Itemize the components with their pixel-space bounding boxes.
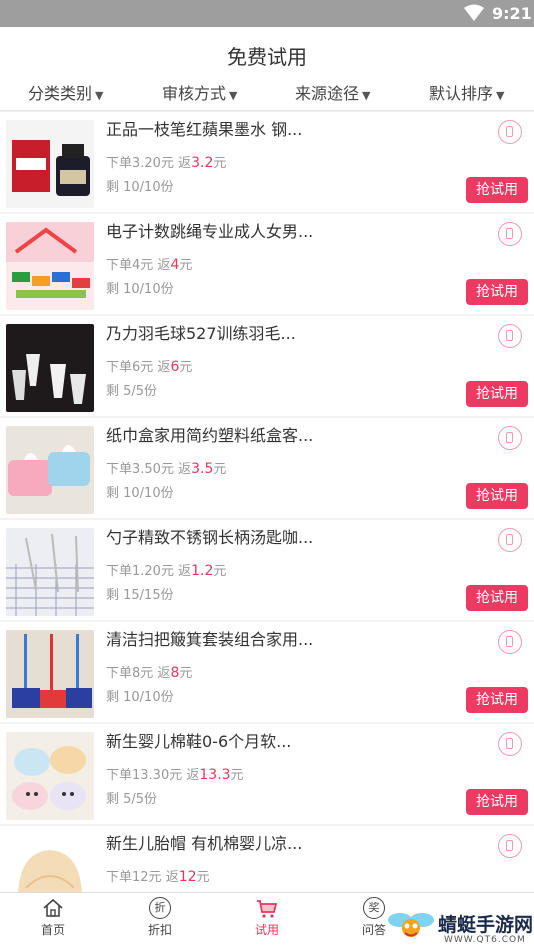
product-image-baby-shoes <box>6 732 94 820</box>
price-info: 下单3.50元 返3.5元 <box>106 461 227 477</box>
product-image-shuttlecock <box>6 324 94 412</box>
product-image-ink <box>6 120 94 208</box>
dragonfly-logo-icon <box>388 913 434 937</box>
price-info: 下单12元 返12元 <box>106 869 210 885</box>
site-watermark: 蜻蜓手游网 WWW.QT6.COM <box>386 906 534 949</box>
stock-count: 剩 10/10份 <box>106 180 174 195</box>
price-info: 下单6元 返6元 <box>106 359 193 375</box>
watermark-title: 蜻蜓手游网 <box>438 914 534 936</box>
stock-count: 剩 10/10份 <box>106 690 174 705</box>
list-item[interactable]: 勺子精致不锈钢长柄汤匙咖... 下单1.20元 返1.2元 剩 15/15份 抢… <box>0 520 534 620</box>
product-name: 勺子精致不锈钢长柄汤匙咖... <box>106 528 314 547</box>
phone-icon[interactable] <box>498 426 522 450</box>
grab-trial-button[interactable]: 抢试用 <box>466 381 528 407</box>
caret-down-icon: ▼ <box>229 89 238 102</box>
filter-review[interactable]: 审核方式 ▼ <box>162 80 237 104</box>
phone-icon[interactable] <box>498 630 522 654</box>
product-image-broom <box>6 630 94 718</box>
price-info: 下单13.30元 返13.3元 <box>106 767 244 783</box>
list-item[interactable]: 电子计数跳绳专业成人女男... 下单4元 返4元 剩 10/10份 抢试用 <box>0 214 534 314</box>
phone-icon[interactable] <box>498 222 522 246</box>
page-title: 免费试用 <box>227 45 307 69</box>
product-name: 清洁扫把簸箕套装组合家用... <box>106 630 314 649</box>
product-image-spoons <box>6 528 94 616</box>
product-name: 新生婴儿棉鞋0-6个月软... <box>106 732 292 751</box>
price-info: 下单1.20元 返1.2元 <box>106 563 227 579</box>
list-item[interactable]: 乃力羽毛球527训练羽毛... 下单6元 返6元 剩 5/5份 抢试用 <box>0 316 534 416</box>
phone-icon[interactable] <box>498 732 522 756</box>
stock-count: 剩 5/5份 <box>106 384 158 399</box>
filter-sort[interactable]: 默认排序 ▼ <box>429 80 504 104</box>
price-info: 下单3.20元 返3.2元 <box>106 155 227 171</box>
tab-home[interactable]: 首页 <box>23 897 83 938</box>
product-image-tissue-box <box>6 426 94 514</box>
discount-icon: 折 <box>149 897 171 919</box>
phone-icon[interactable] <box>498 528 522 552</box>
status-bar: 9:21 <box>0 0 534 27</box>
clock: 9:21 <box>492 4 532 23</box>
home-icon <box>43 898 63 917</box>
caret-down-icon: ▼ <box>95 89 104 102</box>
grab-trial-button[interactable]: 抢试用 <box>466 483 528 509</box>
product-name: 新生儿胎帽 有机棉婴儿凉... <box>106 834 303 853</box>
phone-icon[interactable] <box>498 120 522 144</box>
caret-down-icon: ▼ <box>496 89 505 102</box>
stock-count: 剩 10/10份 <box>106 282 174 297</box>
grab-trial-button[interactable]: 抢试用 <box>466 177 528 203</box>
stock-count: 剩 5/5份 <box>106 792 158 807</box>
caret-down-icon: ▼ <box>362 89 371 102</box>
list-item[interactable]: 清洁扫把簸箕套装组合家用... 下单8元 返8元 剩 10/10份 抢试用 <box>0 622 534 722</box>
tab-discount[interactable]: 折 折扣 <box>130 897 190 938</box>
grab-trial-button[interactable]: 抢试用 <box>466 789 528 815</box>
phone-icon[interactable] <box>498 324 522 348</box>
product-name: 纸巾盒家用简约塑料纸盒客... <box>106 426 314 445</box>
filter-category[interactable]: 分类类别 ▼ <box>28 80 103 104</box>
grab-trial-button[interactable]: 抢试用 <box>466 279 528 305</box>
watermark-url: WWW.QT6.COM <box>444 935 526 945</box>
stock-count: 剩 10/10份 <box>106 486 174 501</box>
price-info: 下单8元 返8元 <box>106 665 193 681</box>
product-name: 电子计数跳绳专业成人女男... <box>106 222 314 241</box>
header: 免费试用 <box>0 27 534 77</box>
stock-count: 剩 15/15份 <box>106 588 174 603</box>
cart-icon <box>257 900 278 918</box>
list-item[interactable]: 新生婴儿棉鞋0-6个月软... 下单13.30元 返13.3元 剩 5/5份 抢… <box>0 724 534 824</box>
grab-trial-button[interactable]: 抢试用 <box>466 585 528 611</box>
filter-bar: 分类类别 ▼ 审核方式 ▼ 来源途径 ▼ 默认排序 ▼ <box>0 77 534 111</box>
tab-trial[interactable]: 试用 <box>237 897 297 938</box>
wifi-icon <box>464 4 484 21</box>
list-item[interactable]: 正品一枝笔红蘋果墨水 钢... 下单3.20元 返3.2元 剩 10/10份 抢… <box>0 112 534 212</box>
phone-icon[interactable] <box>498 834 522 858</box>
reward-icon: 奖 <box>363 897 385 919</box>
price-info: 下单4元 返4元 <box>106 257 193 273</box>
grab-trial-button[interactable]: 抢试用 <box>466 687 528 713</box>
filter-source[interactable]: 来源途径 ▼ <box>295 80 370 104</box>
product-name: 乃力羽毛球527训练羽毛... <box>106 324 296 343</box>
product-name: 正品一枝笔红蘋果墨水 钢... <box>106 120 303 139</box>
list-item[interactable]: 纸巾盒家用简约塑料纸盒客... 下单3.50元 返3.5元 剩 10/10份 抢… <box>0 418 534 518</box>
product-image-jump-rope <box>6 222 94 310</box>
